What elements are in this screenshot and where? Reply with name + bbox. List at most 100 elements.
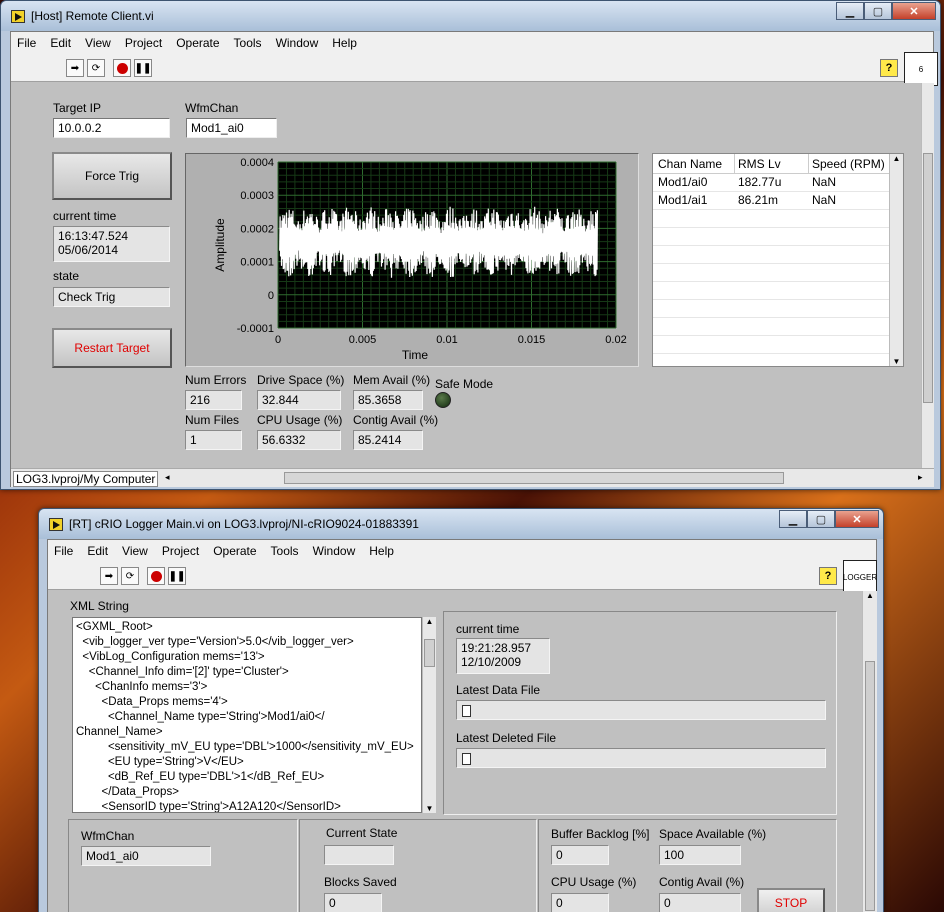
blocks-saved-indicator: 0 — [324, 893, 382, 912]
minimize-button[interactable]: ▁ — [836, 2, 864, 20]
rt-current-time-label: current time — [456, 622, 520, 636]
rt-menu-window[interactable]: Window — [313, 544, 356, 558]
rt-menu-tools[interactable]: Tools — [271, 544, 299, 558]
stop-button[interactable]: STOP — [757, 888, 825, 912]
table-row[interactable]: Mod1/ai1 86.21m NaN — [653, 192, 889, 210]
rt-scroll-thumb[interactable] — [865, 661, 875, 911]
buffer-backlog-indicator: 0 — [551, 845, 609, 865]
force-trig-button[interactable]: Force Trig — [52, 152, 172, 200]
rt-menu-view[interactable]: View — [122, 544, 148, 558]
run-button[interactable]: ➡ — [66, 59, 84, 77]
buffer-backlog-label: Buffer Backlog [%] — [551, 827, 650, 841]
state-indicator: Check Trig — [53, 287, 170, 307]
blocks-saved-label: Blocks Saved — [324, 875, 397, 889]
rt-pause-button[interactable]: ❚❚ — [168, 567, 186, 585]
waveform-graph: 0 0.005 0.01 0.015 0.02 0.0004 0.0003 0.0002 0.0… — [185, 153, 639, 367]
context-help-button[interactable]: ? — [880, 59, 898, 77]
menu-project[interactable]: Project — [125, 36, 162, 50]
table-body: Mod1/ai0 182.77u NaN Mod1/ai1 86.21m NaN — [653, 174, 889, 366]
current-date-value: 05/06/2014 — [58, 243, 119, 257]
xml-string-display[interactable]: <GXML_Root> <vib_logger_ver type='Versio… — [72, 617, 422, 813]
xml-line: <ChanInfo mems='3'> — [76, 681, 208, 693]
rt-close-button[interactable]: ✕ — [835, 510, 879, 528]
rt-menu-operate[interactable]: Operate — [213, 544, 256, 558]
status-scroll-left-icon[interactable]: ◂ — [165, 472, 170, 483]
y-tick-label: 0.0002 — [240, 223, 274, 235]
xml-vertical-scrollbar[interactable]: ▲ ▼ — [422, 617, 436, 813]
rt-scroll-up-icon[interactable]: ▲ — [863, 591, 877, 600]
channel-table: Chan Name RMS Lv Speed (RPM) Mod1/ai0 182.7… — [652, 153, 904, 367]
host-horizontal-scroll-thumb[interactable] — [284, 472, 784, 484]
close-button[interactable]: ✕ — [892, 2, 936, 20]
rt-titlebar[interactable]: [RT] cRIO Logger Main.vi on LOG3.lvproj/… — [39, 509, 883, 539]
maximize-button[interactable]: ▢ — [864, 2, 892, 20]
host-scroll-thumb[interactable] — [923, 153, 933, 403]
rt-run-continuously-button[interactable]: ⟳ — [121, 567, 139, 585]
menu-edit[interactable]: Edit — [50, 36, 71, 50]
x-tick-label: 0 — [275, 334, 281, 346]
menu-help[interactable]: Help — [332, 36, 357, 50]
menu-file[interactable]: File — [17, 36, 36, 50]
run-continuously-button[interactable]: ⟳ — [87, 59, 105, 77]
menu-view[interactable]: View — [85, 36, 111, 50]
status-scroll-right-icon[interactable]: ▸ — [918, 472, 923, 483]
rt-run-button[interactable]: ➡ — [100, 567, 118, 585]
xml-scroll-up-icon[interactable]: ▲ — [423, 617, 436, 626]
rt-contig-avail-indicator: 0 — [659, 893, 741, 912]
abort-button[interactable] — [113, 59, 131, 77]
host-client-area: File Edit View Project Operate Tools Win… — [10, 31, 938, 487]
num-files-indicator: 1 — [185, 430, 242, 450]
y-tick-label: 0 — [268, 290, 274, 302]
menu-tools[interactable]: Tools — [234, 36, 262, 50]
target-ip-input[interactable]: 10.0.0.2 — [53, 118, 170, 138]
xml-scroll-thumb[interactable] — [424, 639, 435, 667]
table-vertical-scrollbar[interactable]: ▲ ▼ — [889, 154, 903, 366]
system-section: Buffer Backlog [%] 0 Space Available (%)… — [538, 819, 837, 912]
scroll-up-icon[interactable]: ▲ — [890, 154, 903, 163]
table-header: Chan Name RMS Lv Speed (RPM) — [653, 154, 889, 366]
x-tick-label: 0.01 — [436, 334, 457, 346]
current-time-value: 16:13:47.524 — [58, 229, 129, 243]
y-tick-label: 0.0003 — [240, 190, 274, 202]
xml-line: <Data_Props mems='4'> — [76, 696, 228, 708]
rt-menu-edit[interactable]: Edit — [87, 544, 108, 558]
rt-context-help-button[interactable]: ? — [819, 567, 837, 585]
host-vertical-scrollbar[interactable] — [921, 83, 934, 468]
xml-string-label: XML String — [70, 599, 129, 613]
rt-maximize-button[interactable]: ▢ — [807, 510, 835, 528]
rt-cpu-usage-indicator: 0 — [551, 893, 609, 912]
num-files-label: Num Files — [185, 413, 240, 427]
rt-menu-file[interactable]: File — [54, 544, 73, 558]
latest-data-file-path — [456, 700, 826, 720]
num-errors-label: Num Errors — [185, 373, 247, 387]
wfmchan-input[interactable]: Mod1_ai0 — [186, 118, 277, 138]
safe-mode-led[interactable] — [435, 392, 451, 408]
rt-minimize-button[interactable]: ▁ — [779, 510, 807, 528]
pause-button[interactable]: ❚❚ — [134, 59, 152, 77]
labview-run-icon — [11, 9, 25, 23]
menu-operate[interactable]: Operate — [176, 36, 219, 50]
scroll-down-icon[interactable]: ▼ — [890, 357, 903, 366]
space-available-label: Space Available (%) — [659, 827, 767, 841]
host-menubar: File Edit View Project Operate Tools Win… — [11, 32, 933, 54]
rt-contig-avail-label: Contig Avail (%) — [659, 875, 745, 889]
rt-abort-button[interactable] — [147, 567, 165, 585]
rt-menu-project[interactable]: Project — [162, 544, 199, 558]
y-tick-label: 0.0001 — [240, 257, 274, 269]
xml-line: </Data_Props> — [76, 786, 179, 798]
table-row[interactable]: Mod1/ai0 182.77u NaN — [653, 174, 889, 192]
rt-front-panel: XML String <GXML_Root> <vib_logger_ver t… — [48, 591, 862, 912]
state-label: state — [53, 269, 80, 283]
rt-menu-help[interactable]: Help — [369, 544, 394, 558]
vi-icon-text: 6 — [918, 64, 924, 74]
x-tick-label: 0.02 — [605, 334, 626, 346]
restart-target-button[interactable]: Restart Target — [52, 328, 172, 368]
host-status-bar: LOG3.lvproj/My Computer ◂ ▸ — [11, 468, 934, 487]
rt-vertical-scrollbar[interactable]: ▲ — [862, 591, 877, 912]
xml-scroll-down-icon[interactable]: ▼ — [423, 804, 436, 813]
maximize-icon: ▢ — [872, 5, 884, 18]
table-cell: Mod1/ai1 — [658, 193, 708, 207]
host-titlebar[interactable]: [Host] Remote Client.vi ▁ ▢ ✕ — [1, 1, 940, 31]
menu-window[interactable]: Window — [276, 36, 319, 50]
drive-space-indicator: 32.844 — [257, 390, 341, 410]
